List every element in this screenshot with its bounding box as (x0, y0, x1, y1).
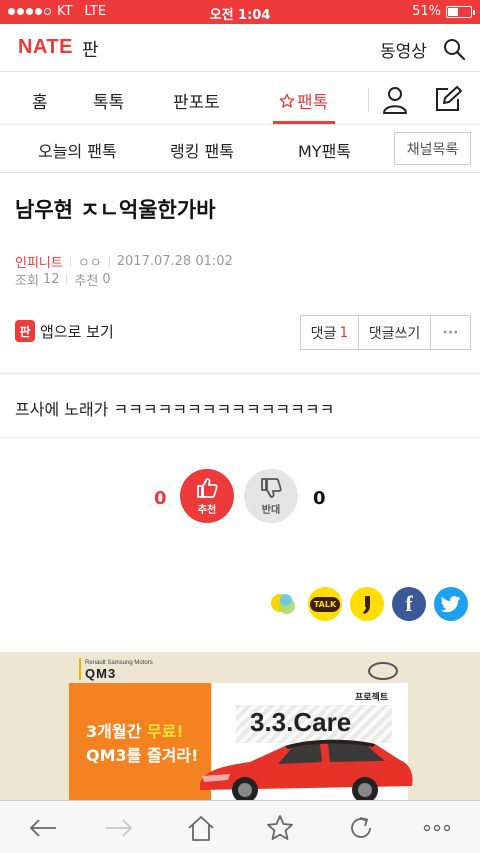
views-label: 조회 (15, 274, 39, 289)
facebook-icon: f (405, 591, 413, 616)
search-icon[interactable] (442, 37, 466, 61)
status-right: 51% (412, 4, 475, 19)
kakao-comma-icon (363, 596, 370, 614)
share-facebook-button[interactable]: f (392, 587, 426, 621)
app-view-button[interactable]: 판 앱으로 보기 (15, 320, 114, 342)
twitter-icon (441, 596, 461, 613)
arrow-right-icon[interactable] (104, 813, 134, 843)
battery-percent: 51% (412, 4, 441, 19)
downvote-count: 0 (313, 488, 326, 509)
recommend-count: 0 (102, 272, 111, 287)
battery-icon (446, 5, 475, 18)
status-time: 오전 1:04 (209, 8, 271, 23)
comment-button[interactable]: 댓글 1 (301, 316, 359, 349)
thumbs-down-icon (261, 478, 282, 498)
post-body: 프사에 노래가 ㅋㅋㅋㅋㅋㅋㅋㅋㅋㅋㅋㅋㅋㅋㅋ (15, 400, 335, 419)
ad-headline-1a: 3개월간 (86, 722, 147, 741)
downvote-button[interactable]: 반대 (244, 469, 298, 523)
pann-app-icon: 판 (15, 320, 35, 342)
comment-label: 댓글 (310, 325, 337, 342)
post-author-sub: ㅇㅇ (77, 256, 102, 271)
kakaostory-icon (271, 594, 295, 614)
post-meta: 인피니트 ㅇㅇ 2017.07.28 01:02 (15, 252, 233, 271)
main-tabs: 홈 톡톡 판포토 팬톡 (0, 73, 480, 125)
write-comment-button[interactable]: 댓글쓰기 (359, 316, 431, 349)
home-icon[interactable] (186, 813, 216, 843)
browser-toolbar (0, 800, 480, 853)
ad-brand: QM3 (85, 666, 117, 681)
star-icon[interactable] (265, 813, 295, 843)
upvote-button[interactable]: 추천 (180, 469, 234, 523)
sub-tabs: 오늘의 팬톡 랭킹 팬톡 MY팬톡 채널목록 (0, 125, 480, 173)
star-icon (279, 93, 295, 108)
video-link[interactable]: 동영상 (380, 37, 427, 62)
upvote-count: 0 (154, 488, 167, 509)
user-icon[interactable] (382, 86, 408, 114)
more-icon[interactable] (422, 813, 452, 843)
comment-count: 1 (339, 324, 349, 341)
ad-project-label: 프로젝트 (355, 693, 389, 703)
recommend-label: 추천 (74, 274, 99, 289)
arrow-left-icon[interactable] (28, 813, 58, 843)
ad-headline-2: QM3를 즐겨라! (86, 746, 199, 765)
share-kakaotalk-button[interactable]: TALK (308, 587, 342, 621)
tab-toktok[interactable]: 톡톡 (93, 88, 124, 113)
meta-divider (66, 274, 68, 285)
tab-fantalk-label: 팬톡 (297, 93, 329, 113)
kakaotalk-icon: TALK (309, 596, 341, 612)
tab-pannphoto[interactable]: 판포토 (173, 88, 220, 113)
meta-divider (69, 256, 71, 267)
app-view-label: 앱으로 보기 (40, 322, 114, 341)
share-twitter-button[interactable] (434, 587, 468, 621)
views-count: 12 (42, 272, 60, 287)
comment-button-group: 댓글 1 댓글쓰기 ··· (300, 315, 471, 350)
renault-logo-icon (368, 662, 398, 680)
thumbs-up-icon (197, 478, 218, 498)
edit-icon[interactable] (434, 85, 462, 113)
ad-accent-line (79, 658, 81, 680)
body-divider (0, 437, 480, 438)
more-button[interactable]: ··· (431, 316, 470, 349)
pann-logo[interactable]: 판 (82, 36, 99, 62)
upvote-label: 추천 (197, 505, 217, 516)
subtab-ranking[interactable]: 랭킹 팬톡 (170, 138, 234, 162)
car-image-icon (200, 739, 413, 800)
tab-divider (368, 88, 369, 112)
post-title: 남우현 ㅈㄴ억울한가바 (15, 198, 216, 222)
active-tab-indicator (273, 121, 335, 124)
downvote-label: 반대 (261, 505, 281, 516)
channel-list-button[interactable]: 채널목록 (394, 132, 471, 165)
tab-home[interactable]: 홈 (32, 88, 48, 113)
post-date: 2017.07.28 01:02 (116, 254, 233, 269)
status-bar: KT LTE 오전 1:04 51% (0, 0, 480, 24)
tab-fantalk[interactable]: 팬톡 (279, 88, 328, 113)
post-stats: 조회 12 추천 0 (15, 270, 111, 289)
nate-logo[interactable]: NATE (18, 36, 73, 59)
advertisement-banner[interactable]: Renault Samsung Motors QM3 3개월간 무료! QM3를… (0, 652, 480, 800)
meta-divider (108, 256, 110, 267)
subtab-my[interactable]: MY팬톡 (298, 138, 351, 162)
share-kakaopage-button[interactable] (350, 587, 384, 621)
subtab-today[interactable]: 오늘의 팬톡 (38, 138, 117, 162)
refresh-icon[interactable] (346, 813, 376, 843)
share-kakaostory-button[interactable] (267, 587, 301, 621)
ad-headline-1: 3개월간 무료! (86, 718, 184, 742)
post-author[interactable]: 인피니트 (15, 252, 63, 271)
content-divider (0, 373, 480, 374)
app-header: NATE 판 동영상 (0, 24, 480, 72)
ad-headline-1b: 무료! (146, 722, 184, 741)
